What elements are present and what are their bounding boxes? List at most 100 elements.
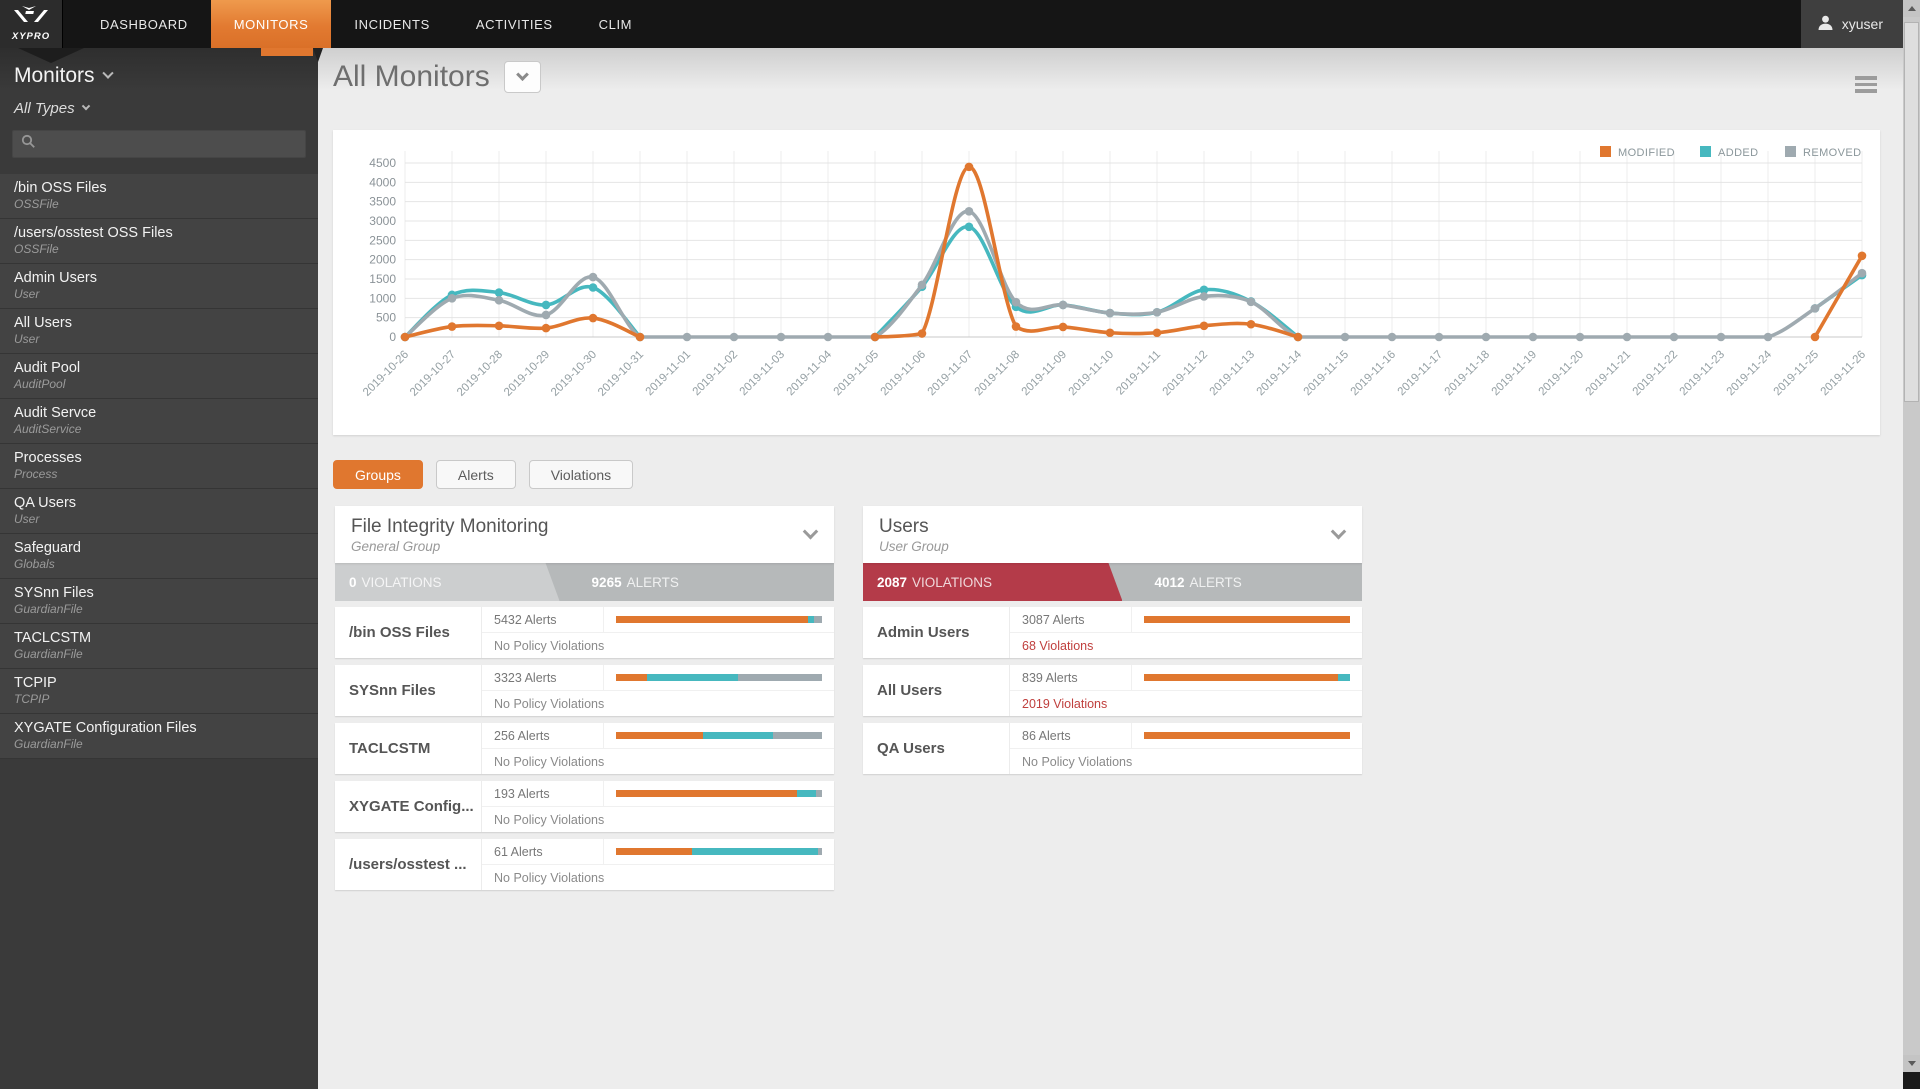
nav-item-incidents[interactable]: INCIDENTS (331, 0, 452, 48)
menu-icon[interactable] (1855, 76, 1877, 96)
monitor-list-item[interactable]: SYSnn Files GuardianFile (0, 579, 318, 624)
data-point-added[interactable] (964, 222, 974, 232)
monitor-list-item[interactable]: TACLCSTM GuardianFile (0, 624, 318, 669)
group-monitor-row[interactable]: TACLCSTM 256 Alerts No Policy Violations (335, 723, 834, 774)
data-point-modified[interactable] (588, 313, 598, 323)
data-point-added[interactable] (588, 283, 598, 292)
data-point-removed[interactable] (964, 207, 974, 216)
data-point-removed[interactable] (1434, 332, 1444, 342)
group-monitor-row[interactable]: All Users 839 Alerts 2019 Violations (863, 665, 1362, 716)
group-monitor-row[interactable]: /bin OSS Files 5432 Alerts No Policy Vio… (335, 607, 834, 658)
data-point-removed[interactable] (1481, 332, 1491, 342)
collapse-chevron-icon[interactable] (802, 523, 819, 540)
group-monitor-row[interactable]: SYSnn Files 3323 Alerts No Policy Violat… (335, 665, 834, 716)
monitor-list-item[interactable]: /users/osstest OSS Files OSSFile (0, 219, 318, 264)
data-point-removed[interactable] (1058, 300, 1068, 310)
scrollbar-thumb[interactable] (1904, 22, 1919, 402)
data-point-modified[interactable] (635, 332, 645, 342)
data-point-removed[interactable] (776, 332, 786, 342)
nav-item-dashboard[interactable]: DASHBOARD (77, 0, 211, 48)
activity-chart: 0 500 1000 1500 2000 2500 3000 3500 4000 4500 2019… (333, 130, 1880, 435)
group-monitor-row[interactable]: /users/osstest ... 61 Alerts No Policy V… (335, 839, 834, 890)
monitor-list-item[interactable]: Admin Users User (0, 264, 318, 309)
monitor-list-item[interactable]: TCPIP TCPIP (0, 669, 318, 714)
data-point-removed[interactable] (1387, 332, 1397, 342)
data-point-modified[interactable] (1293, 332, 1303, 342)
scroll-up-button[interactable] (1903, 0, 1920, 17)
data-point-modified[interactable] (494, 321, 504, 331)
data-point-removed[interactable] (917, 280, 927, 290)
xypro-logo[interactable]: XYPRO (0, 0, 63, 48)
arrow-up-icon (1907, 6, 1916, 11)
data-point-removed[interactable] (541, 310, 551, 320)
data-point-removed[interactable] (1622, 332, 1632, 342)
data-point-modified[interactable] (541, 323, 551, 333)
type-filter-dropdown[interactable]: All Types (14, 100, 90, 117)
nav-item-clim[interactable]: CLIM (576, 0, 655, 48)
group-monitor-row[interactable]: QA Users 86 Alerts No Policy Violations (863, 723, 1362, 774)
data-point-removed[interactable] (447, 294, 457, 303)
monitor-list-item[interactable]: QA Users User (0, 489, 318, 534)
data-point-removed[interactable] (1575, 332, 1585, 342)
data-point-removed[interactable] (1340, 332, 1350, 342)
alerts-text: 3323 Alerts (482, 665, 604, 690)
monitor-list-item[interactable]: Audit Servce AuditService (0, 399, 318, 444)
data-point-removed[interactable] (682, 332, 692, 342)
data-point-removed[interactable] (494, 295, 504, 305)
data-point-removed[interactable] (1105, 308, 1115, 318)
data-point-removed[interactable] (1857, 268, 1867, 278)
monitor-list-item[interactable]: XYGATE Configuration Files GuardianFile (0, 714, 318, 759)
data-point-modified[interactable] (1199, 321, 1209, 331)
tab-violations[interactable]: Violations (528, 460, 634, 489)
data-point-modified[interactable] (1152, 328, 1162, 338)
monitor-select-dropdown-button[interactable] (503, 61, 541, 93)
user-menu[interactable]: xyuser (1800, 0, 1903, 48)
scroll-down-button[interactable] (1903, 1055, 1920, 1072)
sidebar-title-dropdown[interactable]: Monitors (14, 64, 114, 88)
data-point-modified[interactable] (917, 329, 927, 338)
data-point-modified[interactable] (1011, 322, 1021, 331)
nav-item-activities[interactable]: ACTIVITIES (453, 0, 576, 48)
vertical-scrollbar[interactable] (1903, 0, 1920, 1089)
data-point-removed[interactable] (729, 332, 739, 342)
data-point-modified[interactable] (1246, 319, 1256, 329)
data-point-modified[interactable] (1058, 322, 1068, 332)
data-point-modified[interactable] (400, 332, 410, 342)
group-monitor-row[interactable]: XYGATE Config... 193 Alerts No Policy Vi… (335, 781, 834, 832)
x-tick-label: 2019-11-25 (1772, 349, 1821, 398)
nav-item-monitors[interactable]: MONITORS (210, 0, 332, 48)
data-point-removed[interactable] (1152, 307, 1162, 317)
data-point-removed[interactable] (1199, 292, 1209, 301)
monitor-list-item[interactable]: All Users User (0, 309, 318, 354)
data-point-removed[interactable] (1763, 332, 1773, 342)
x-tick-label: 2019-11-23 (1678, 349, 1727, 398)
group-monitor-row[interactable]: Admin Users 3087 Alerts 68 Violations (863, 607, 1362, 658)
data-point-modified[interactable] (964, 162, 974, 172)
collapse-chevron-icon[interactable] (1330, 523, 1347, 540)
line-chart[interactable]: 0 500 1000 1500 2000 2500 3000 3500 4000 4500 2019… (333, 130, 1880, 435)
monitor-list-item[interactable]: Safeguard Globals (0, 534, 318, 579)
data-point-removed[interactable] (1669, 332, 1679, 342)
tab-alerts[interactable]: Alerts (435, 460, 516, 489)
data-point-removed[interactable] (1528, 332, 1538, 342)
data-point-removed[interactable] (1011, 297, 1021, 307)
data-point-modified[interactable] (870, 332, 880, 342)
svg-text:2019-11-08: 2019-11-08 (973, 349, 1022, 398)
monitor-list-item[interactable]: Audit Pool AuditPool (0, 354, 318, 399)
data-point-modified[interactable] (447, 322, 457, 331)
data-point-removed[interactable] (823, 332, 833, 342)
monitor-list-item[interactable]: Processes Process (0, 444, 318, 489)
data-point-removed[interactable] (1246, 297, 1256, 307)
data-point-modified[interactable] (1105, 328, 1115, 338)
data-point-removed[interactable] (1810, 304, 1820, 313)
data-point-added[interactable] (541, 300, 551, 310)
tab-groups[interactable]: Groups (333, 460, 423, 489)
data-point-removed[interactable] (1716, 332, 1726, 342)
y-tick-label: 1500 (369, 272, 396, 286)
data-point-removed[interactable] (588, 272, 598, 282)
data-point-modified[interactable] (1857, 251, 1867, 261)
monitor-list-item[interactable]: /bin OSS Files OSSFile (0, 174, 318, 219)
data-point-modified[interactable] (1810, 332, 1820, 342)
data-point-added[interactable] (494, 288, 504, 297)
search-input[interactable] (42, 136, 297, 152)
